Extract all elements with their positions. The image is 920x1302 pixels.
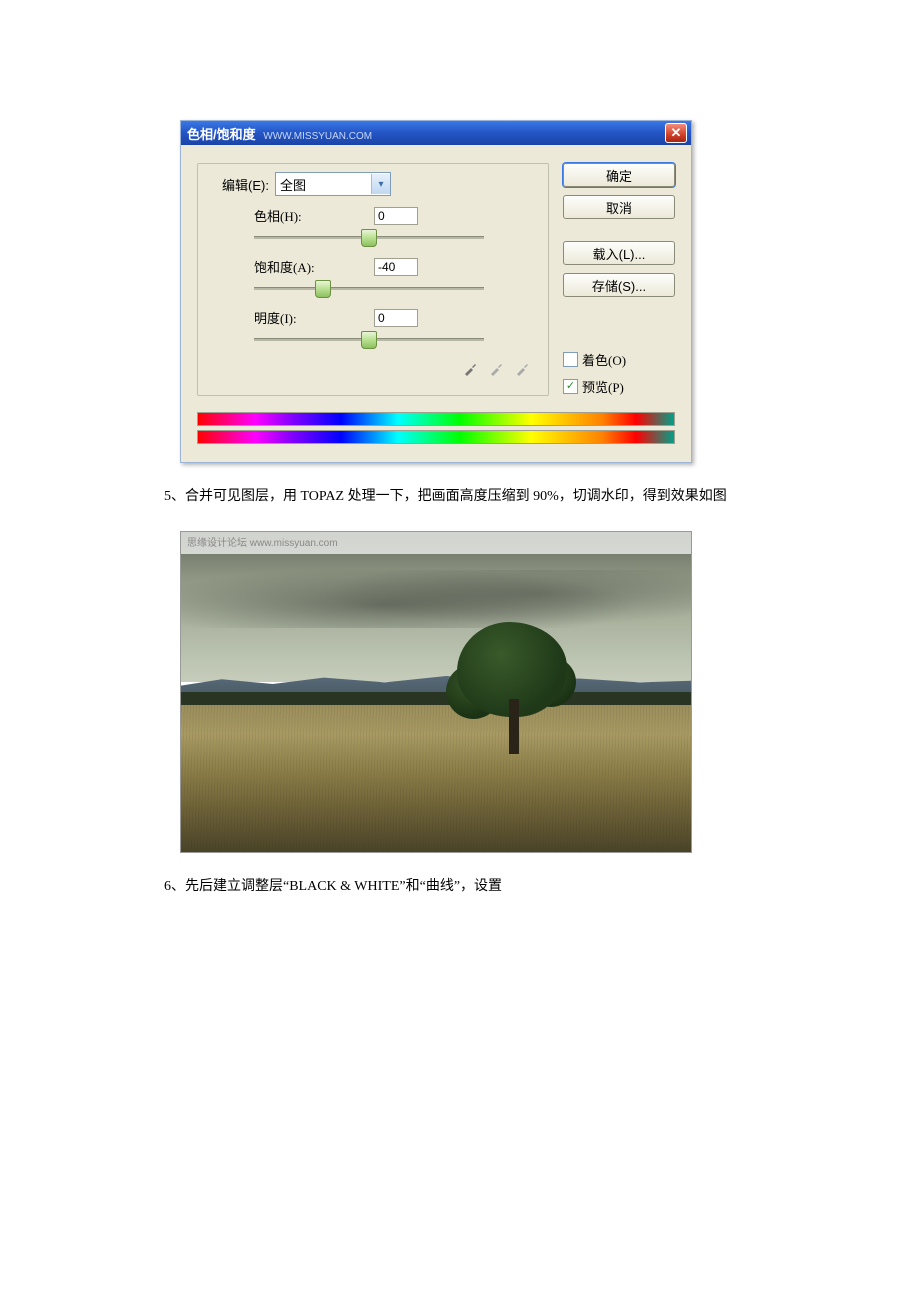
eyedropper-plus-icon[interactable]: [488, 359, 506, 377]
edit-dropdown-value: 全图: [280, 175, 306, 194]
dialog-subtitle: WWW.MISSYUAN.COM: [263, 131, 372, 142]
lightness-label: 明度(I):: [254, 308, 374, 327]
cancel-button[interactable]: 取消: [563, 195, 675, 219]
eyedropper-icon[interactable]: [462, 359, 480, 377]
preview-label: 预览(P): [582, 377, 624, 396]
hue-sat-fieldset: 编辑(E): 全图 ▾ 色相(H):: [197, 163, 549, 396]
gradient-bar-top: [197, 412, 675, 426]
titlebar[interactable]: 色相/饱和度 WWW.MISSYUAN.COM ✕: [181, 121, 691, 145]
ok-button[interactable]: 确定: [563, 163, 675, 187]
chevron-down-icon: ▾: [371, 174, 390, 194]
save-button[interactable]: 存储(S)...: [563, 273, 675, 297]
gradient-bar-bottom: [197, 430, 675, 444]
hue-saturation-dialog: 色相/饱和度 WWW.MISSYUAN.COM ✕ 编辑(E): 全图 ▾: [180, 120, 692, 463]
saturation-value-input[interactable]: [374, 258, 418, 276]
lightness-slider-thumb[interactable]: [361, 331, 377, 349]
saturation-label: 饱和度(A):: [254, 257, 374, 276]
eyedropper-minus-icon[interactable]: [514, 359, 532, 377]
edit-label: 编辑(E):: [222, 175, 269, 194]
hue-slider[interactable]: [254, 229, 484, 245]
lightness-slider[interactable]: [254, 331, 484, 347]
step-5-text: 5、合并可见图层，用 TOPAZ 处理一下，把画面高度压缩到 90%，切调水印，…: [0, 483, 920, 511]
image-watermark: 思缘设计论坛 www.missyuan.com: [181, 532, 691, 554]
colorize-checkbox-row[interactable]: 着色(O): [563, 350, 675, 369]
lightness-value-input[interactable]: [374, 309, 418, 327]
dialog-title: 色相/饱和度: [187, 127, 256, 142]
color-range-gradients: [181, 406, 691, 462]
hue-label: 色相(H):: [254, 206, 374, 225]
saturation-slider-thumb[interactable]: [315, 280, 331, 298]
saturation-slider[interactable]: [254, 280, 484, 296]
preview-checkbox[interactable]: ✓: [563, 379, 578, 394]
edit-dropdown[interactable]: 全图 ▾: [275, 172, 391, 196]
step-6-text: 6、先后建立调整层“BLACK & WHITE”和“曲线”，设置: [0, 873, 920, 901]
load-button[interactable]: 载入(L)...: [563, 241, 675, 265]
colorize-label: 着色(O): [582, 350, 626, 369]
hue-slider-thumb[interactable]: [361, 229, 377, 247]
colorize-checkbox[interactable]: [563, 352, 578, 367]
hue-value-input[interactable]: [374, 207, 418, 225]
preview-checkbox-row[interactable]: ✓ 预览(P): [563, 377, 675, 396]
result-image: 思缘设计论坛 www.missyuan.com: [180, 531, 692, 853]
close-icon[interactable]: ✕: [665, 123, 687, 143]
